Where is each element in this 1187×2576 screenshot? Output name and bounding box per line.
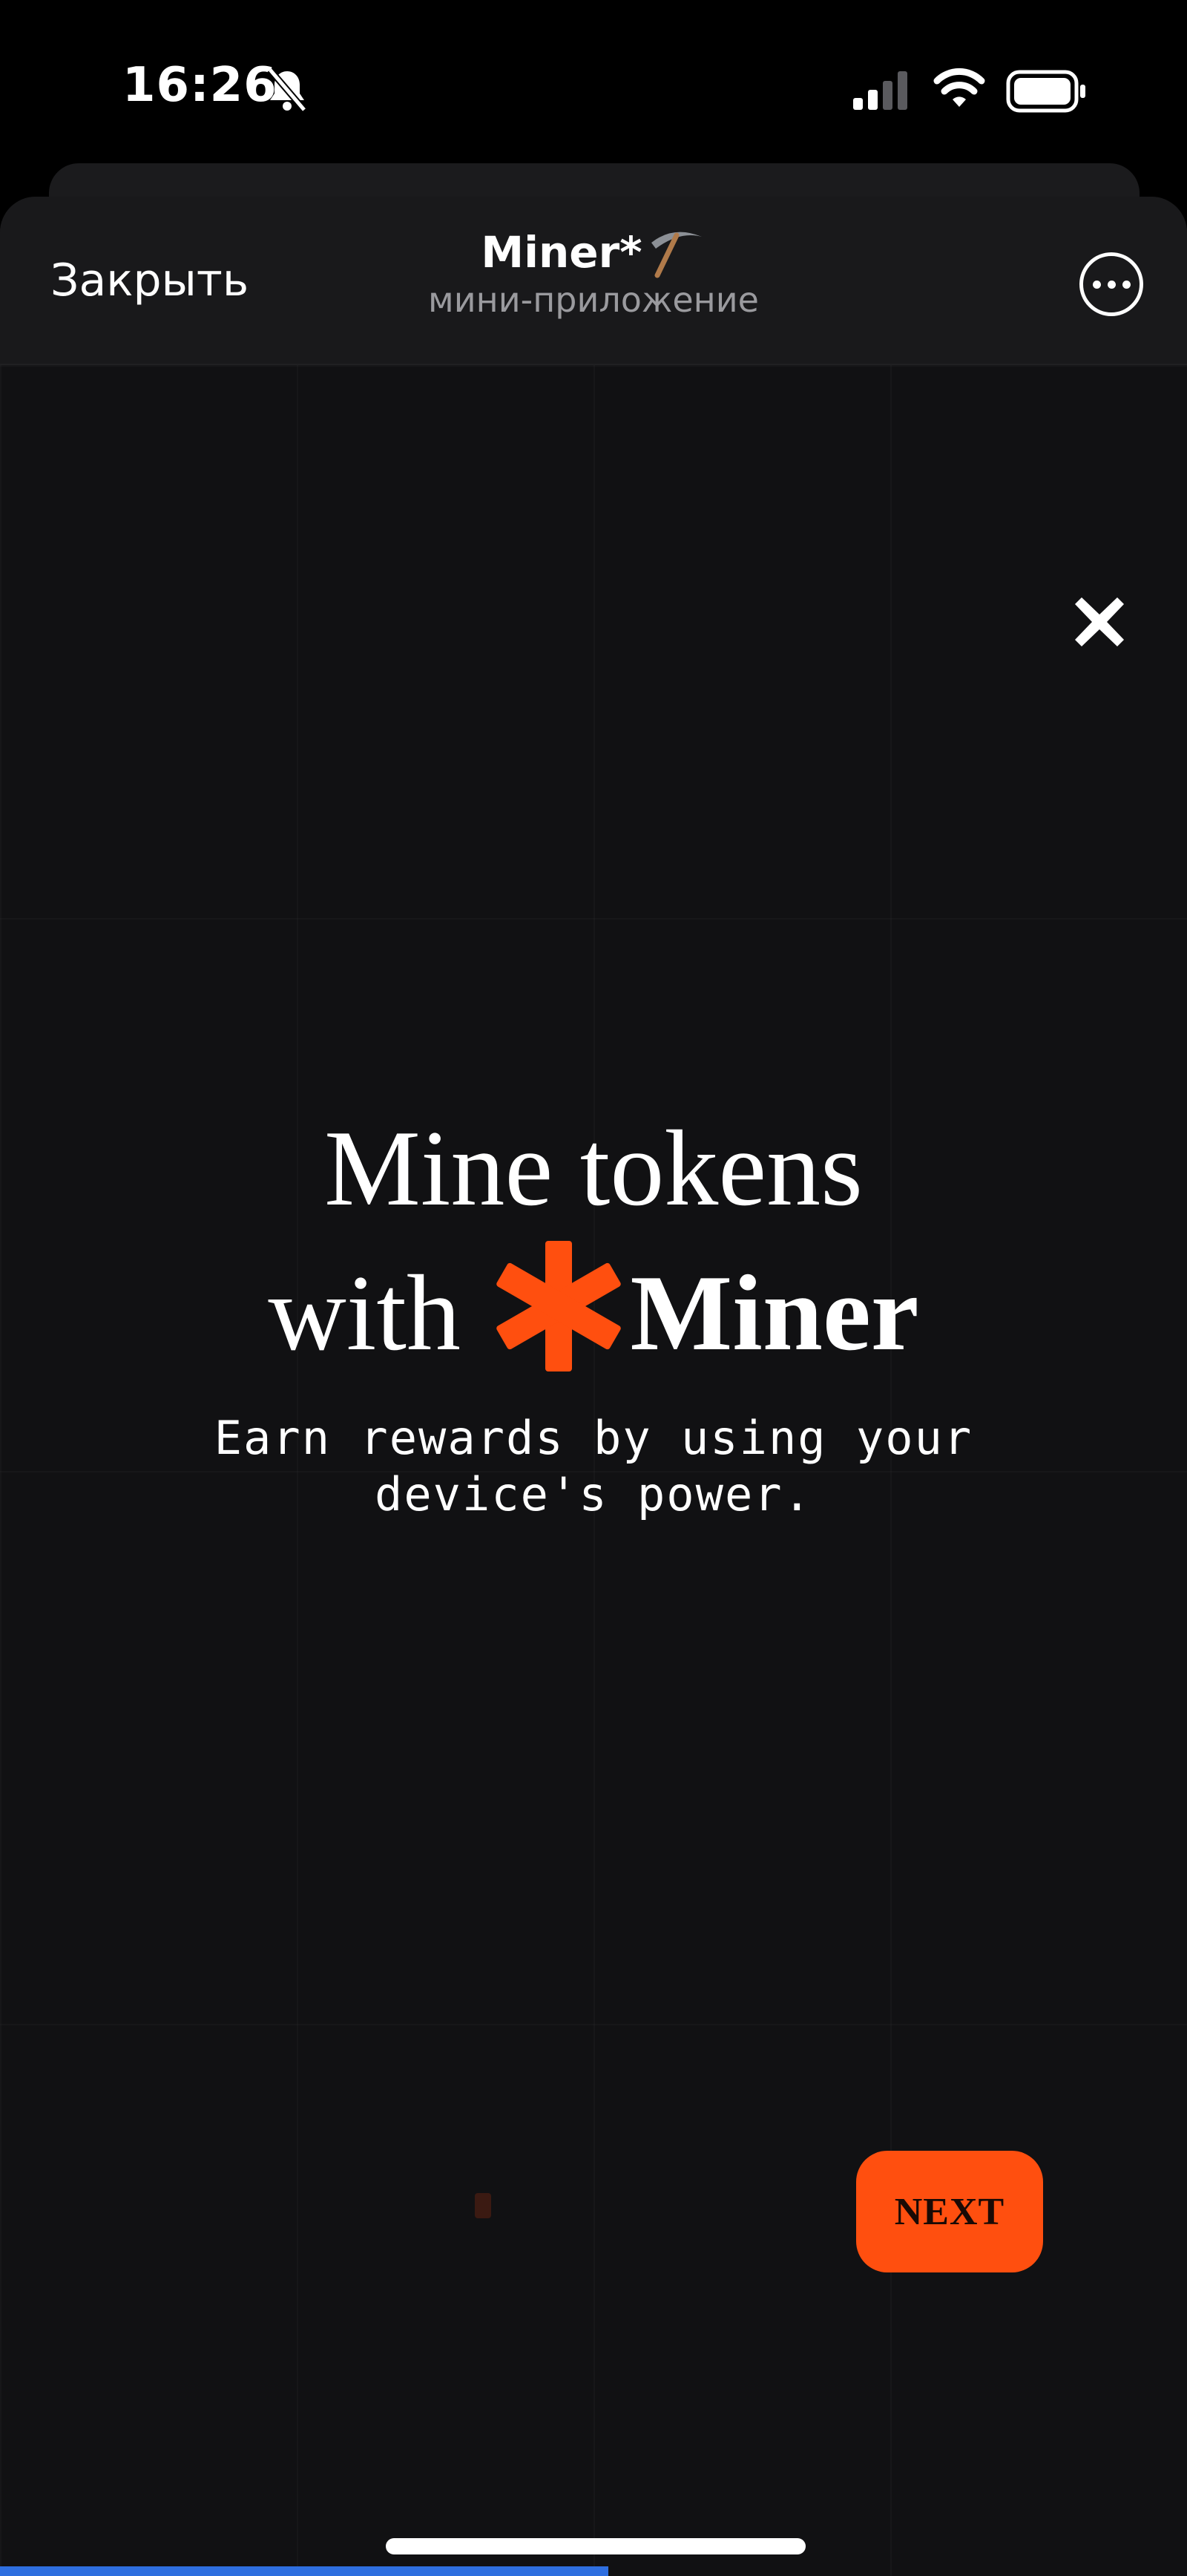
title-block: Miner* мини-приложение	[0, 226, 1187, 320]
page-indicator-dot	[475, 2193, 491, 2218]
onboarding-headline: Mine tokens with Miner	[0, 1098, 1187, 1383]
headline-line-2: with Miner	[0, 1238, 1187, 1383]
home-indicator[interactable]	[386, 2538, 806, 2554]
status-time: 16:26	[122, 58, 277, 113]
battery-icon	[1006, 70, 1085, 113]
headline-prefix: with	[268, 1253, 461, 1373]
bell-slash-icon	[267, 68, 307, 112]
asterisk-logo-icon	[496, 1241, 622, 1371]
mini-app-header: Закрыть Miner* мини-приложение	[0, 197, 1187, 365]
more-icon-dot	[1107, 280, 1116, 289]
bottom-accent-bar	[0, 2566, 608, 2576]
pickaxe-icon	[651, 232, 702, 278]
next-button[interactable]: NEXT	[856, 2151, 1043, 2272]
brand-name: Miner	[630, 1253, 919, 1373]
more-icon	[1092, 280, 1101, 289]
app-title: Miner*	[481, 226, 706, 278]
wifi-icon	[933, 68, 985, 107]
more-options-button[interactable]	[1079, 252, 1143, 316]
cellular-signal-icon	[853, 71, 907, 110]
app-subtitle: мини-приложение	[428, 280, 759, 320]
status-bar: 16:26	[0, 0, 1187, 171]
onboarding-subtitle: Earn rewards by using your device's powe…	[214, 1411, 973, 1521]
app-title-text: Miner*	[481, 227, 642, 278]
more-icon-dot	[1122, 280, 1131, 289]
close-x-icon[interactable]	[1071, 594, 1128, 650]
headline-line-1: Mine tokens	[324, 1108, 863, 1228]
